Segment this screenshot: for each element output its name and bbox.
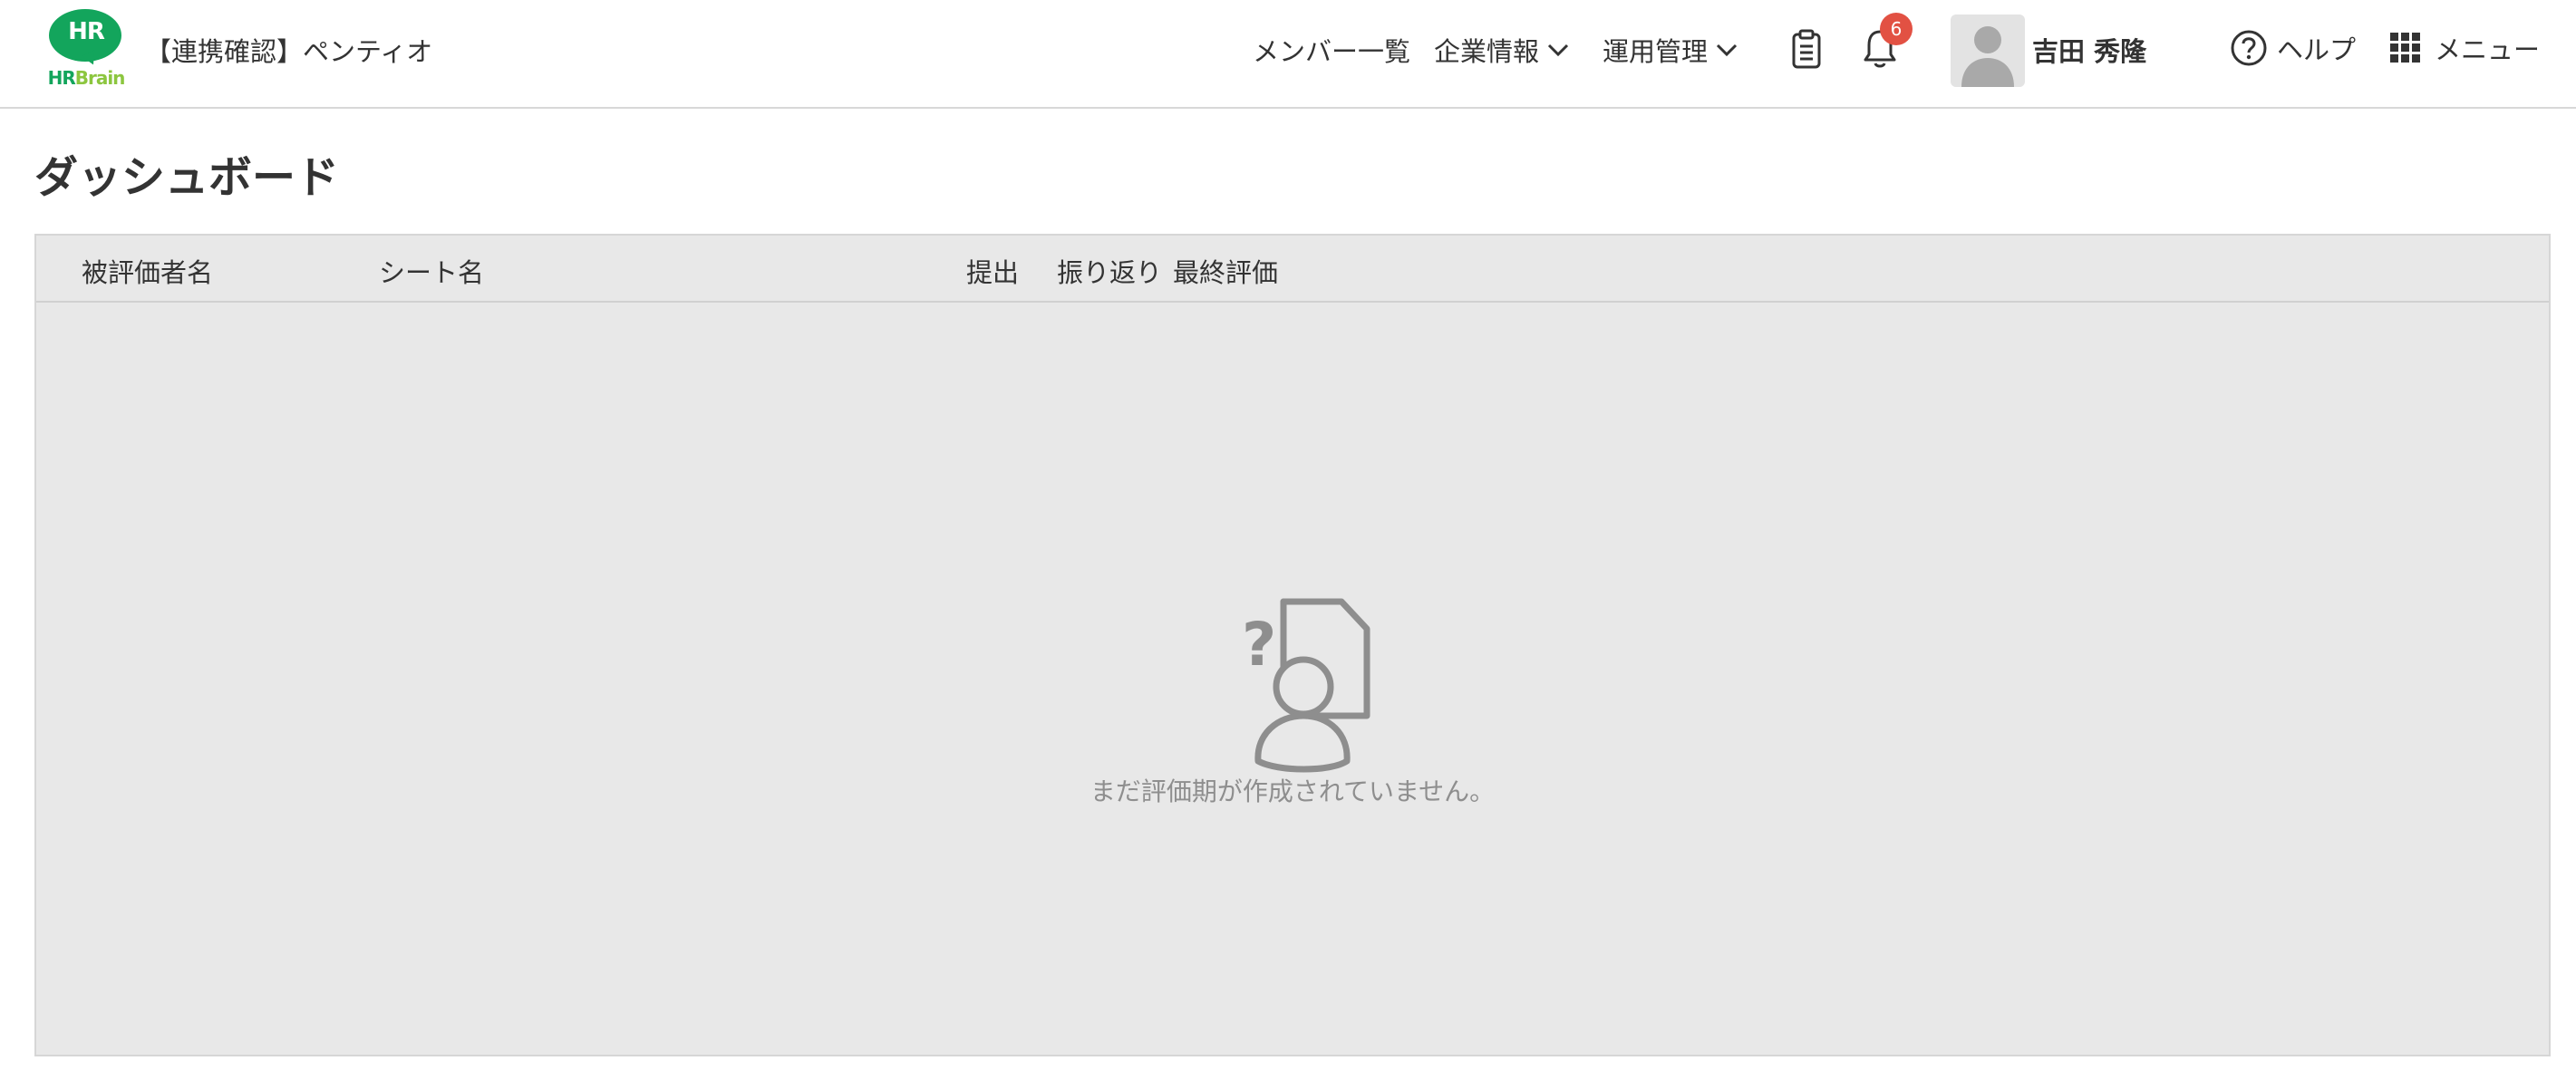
clipboard-icon[interactable] [1791, 29, 1822, 69]
logo-word-brain: Brain [74, 67, 126, 89]
nav-company-info-label: 企業情報 [1434, 36, 1540, 67]
user-name[interactable]: 吉田 秀隆 [2032, 31, 2146, 69]
column-header-final-evaluation[interactable]: 最終評価 [1173, 252, 1278, 290]
nav-company-info[interactable]: 企業情報 [1434, 31, 1570, 69]
user-avatar-icon[interactable] [1951, 14, 2025, 87]
logo-word-hr: HR [47, 67, 76, 89]
nav-member-list-label: メンバー一覧 [1253, 36, 1411, 67]
evaluation-table: 被評価者名 シート名 提出 振り返り 最終評価 ? まだ評価期が作成されていませ… [34, 234, 2551, 1056]
table-header-row: 被評価者名 シート名 提出 振り返り 最終評価 [36, 236, 2549, 303]
menu-label: メニュー [2435, 34, 2541, 65]
chevron-down-icon [1547, 43, 1569, 57]
top-header: HR HRBrain 【連携確認】ペンティオ メンバー一覧 企業情報 運用管理 … [0, 0, 2576, 109]
app-menu-button[interactable]: メニュー [2389, 29, 2540, 67]
user-avatar-silhouette [1961, 26, 2014, 87]
column-header-reflection[interactable]: 振り返り [1057, 252, 1162, 290]
unknown-person-document-icon: ? [1242, 598, 1370, 773]
logo-mark-text: HR [68, 18, 105, 45]
empty-state-message: まだ評価期が作成されていません。 [1089, 776, 1496, 806]
chevron-down-icon [1716, 43, 1738, 57]
nav-member-list[interactable]: メンバー一覧 [1253, 31, 1410, 69]
help-circle-icon [2231, 30, 2267, 66]
svg-text:?: ? [1242, 610, 1276, 680]
nav-operations-label: 運用管理 [1603, 36, 1709, 67]
nav-operations[interactable]: 運用管理 [1603, 31, 1738, 69]
grid-icon [2390, 33, 2420, 63]
notification-badge: 6 [1880, 13, 1913, 45]
column-header-evaluatee[interactable]: 被評価者名 [82, 252, 213, 290]
logo-wordmark: HRBrain [47, 67, 126, 89]
page-title: ダッシュボード [34, 152, 340, 203]
help-label: ヘルプ [2277, 34, 2357, 65]
hrbrain-logo[interactable]: HR HRBrain [47, 9, 126, 89]
column-header-sheet-name[interactable]: シート名 [379, 252, 484, 290]
column-header-submission[interactable]: 提出 [966, 252, 1019, 290]
company-name: 【連携確認】ペンティオ [145, 36, 433, 67]
help-link[interactable]: ヘルプ [2230, 29, 2356, 67]
